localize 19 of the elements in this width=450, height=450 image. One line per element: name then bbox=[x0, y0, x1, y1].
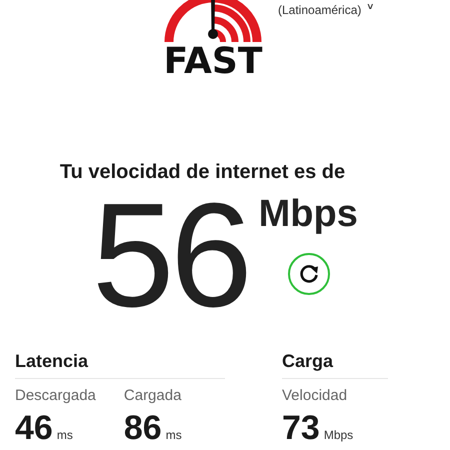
metric-unit: ms bbox=[166, 428, 182, 442]
metric-value: 46 bbox=[15, 409, 53, 447]
speed-value: 56 bbox=[92, 188, 249, 338]
metric-label: Descargada bbox=[15, 387, 96, 405]
speedometer-icon bbox=[163, 0, 263, 42]
headline: Tu velocidad de internet es de bbox=[58, 160, 346, 184]
refresh-button[interactable] bbox=[286, 252, 331, 296]
logo-text: FAST bbox=[164, 44, 262, 80]
metric-label: Cargada bbox=[124, 387, 182, 405]
metric-unit: ms bbox=[56, 428, 73, 442]
metric-unit: Mbps bbox=[324, 428, 354, 442]
metric-value: 73 bbox=[282, 409, 320, 447]
section-title: Carga bbox=[282, 350, 388, 379]
metric-label: Velocidad bbox=[282, 387, 348, 405]
speed-unit: Mbps bbox=[258, 192, 358, 236]
language-selector[interactable]: (Latinoamérica) bbox=[278, 2, 362, 18]
metric-value: 86 bbox=[124, 409, 162, 447]
caret-icon[interactable]: ˅ bbox=[367, 2, 374, 14]
section-title: Latencia bbox=[15, 350, 225, 379]
